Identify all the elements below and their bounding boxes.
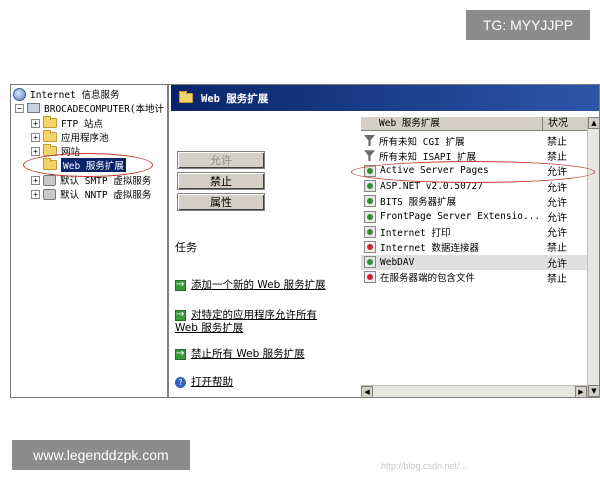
iis-manager-window: Internet 信息服务 − BROCADECOMPUTER(本地计 + FT… [10, 84, 600, 471]
extension-forbidden-icon [364, 271, 376, 284]
forbid-button[interactable]: 禁止 [177, 172, 265, 190]
row-status: 禁止 [547, 137, 567, 148]
row-name: FrontPage Server Extensio... [380, 211, 541, 222]
computer-icon [27, 103, 40, 113]
properties-button[interactable]: 属性 [177, 193, 265, 211]
vertical-scrollbar[interactable]: ▲ ▼ [587, 117, 600, 397]
list-row[interactable]: BITS 服务器扩展 允许 [361, 194, 587, 209]
list-header: Web 服务扩展 状况 [361, 117, 587, 131]
task-link-continued[interactable]: Web 服务扩展 [175, 322, 243, 335]
extension-allowed-icon [364, 195, 376, 208]
list-row[interactable]: FrontPage Server Extensio... 允许 [361, 209, 587, 224]
faint-watermark: http://blog.csdn.net/... [381, 461, 468, 471]
row-status: 允许 [547, 213, 567, 224]
task-add-new-extension[interactable]: 添加一个新的 Web 服务扩展 [175, 278, 326, 292]
annotation-circle-tree [23, 153, 153, 177]
list-row[interactable]: 在服务器端的包含文件 禁止 [361, 270, 587, 285]
row-status: 允许 [547, 228, 567, 240]
list-row[interactable]: Internet 打印 允许 [361, 224, 587, 239]
allow-button[interactable]: 允许 [177, 151, 265, 169]
filter-icon [364, 150, 375, 162]
task-pane: 允许 禁止 属性 任务 添加一个新的 Web 服务扩展 对特定的应用程序允许所有… [171, 111, 353, 397]
scroll-right-icon[interactable]: ▶ [575, 386, 587, 398]
tree-root[interactable]: Internet 信息服务 [13, 87, 119, 101]
task-allow-all-for-app[interactable]: 对特定的应用程序允许所有 Web 服务扩展 [175, 308, 317, 335]
arrow-icon [175, 347, 186, 360]
mail-server-icon [43, 174, 56, 186]
row-status: 禁止 [547, 152, 567, 164]
scroll-down-icon[interactable]: ▼ [588, 385, 600, 397]
task-open-help[interactable]: ? 打开帮助 [175, 376, 233, 389]
tree-item-nntp[interactable]: + 默认 NNTP 虚拟服务 [31, 187, 151, 201]
tree-item-ftp[interactable]: + FTP 站点 [31, 116, 103, 130]
task-forbid-all[interactable]: 禁止所有 Web 服务扩展 [175, 347, 305, 361]
scroll-up-icon[interactable]: ▲ [588, 117, 600, 129]
tree-item-label: FTP 站点 [61, 119, 103, 130]
tree-item-label: 应用程序池 [61, 133, 109, 144]
task-link[interactable]: 打开帮助 [191, 376, 233, 389]
help-icon: ? [175, 377, 186, 388]
folder-icon [43, 130, 57, 142]
collapse-icon[interactable]: − [15, 103, 24, 113]
annotation-circle-list [351, 161, 595, 183]
tree-item-label: 默认 NNTP 虚拟服务 [60, 190, 152, 201]
tree-item-app-pools[interactable]: + 应用程序池 [31, 130, 109, 144]
row-name: Internet 数据连接器 [380, 242, 479, 254]
bottom-watermark: www.legenddzpk.com [12, 440, 190, 470]
column-header-name[interactable]: Web 服务扩展 [361, 117, 543, 131]
panel-header: Web 服务扩展 [171, 85, 599, 111]
column-header-status[interactable]: 状况 [545, 117, 587, 131]
arrow-icon [175, 308, 186, 321]
filter-icon [364, 135, 375, 146]
extension-allowed-icon [364, 225, 376, 238]
tree-panel: Internet 信息服务 − BROCADECOMPUTER(本地计 + FT… [11, 85, 169, 397]
extension-allowed-icon [364, 256, 376, 269]
task-link[interactable]: 禁止所有 Web 服务扩展 [191, 348, 305, 361]
row-name: Internet 打印 [380, 227, 451, 239]
list-row[interactable]: 所有未知 CGI 扩展 禁止 [361, 133, 587, 148]
expand-icon[interactable]: + [31, 189, 40, 199]
expand-icon[interactable]: + [31, 146, 40, 156]
folder-icon [179, 91, 193, 103]
row-name: WebDAV [380, 256, 415, 268]
list-row[interactable]: WebDAV 允许 [361, 254, 587, 270]
row-status: 允许 [547, 258, 567, 270]
horizontal-scrollbar[interactable]: ◀ ▶ [361, 385, 587, 398]
folder-icon [43, 116, 57, 128]
extension-forbidden-icon [364, 240, 376, 253]
expand-icon[interactable]: + [31, 175, 40, 185]
extension-allowed-icon [364, 210, 376, 223]
globe-icon [13, 87, 26, 101]
extension-allowed-icon [364, 180, 376, 193]
page-title: Web 服务扩展 [201, 92, 269, 105]
news-server-icon [43, 188, 56, 200]
task-link[interactable]: 对特定的应用程序允许所有 [191, 309, 317, 322]
tree-root-label: Internet 信息服务 [30, 90, 120, 101]
scroll-left-icon[interactable]: ◀ [361, 386, 373, 398]
row-status: 禁止 [547, 273, 567, 285]
tasks-heading: 任务 [175, 241, 197, 254]
row-status: 禁止 [547, 243, 567, 255]
tree-computer-label: BROCADECOMPUTER(本地计 [44, 104, 165, 115]
row-status: 允许 [547, 197, 567, 209]
expand-icon[interactable]: + [31, 118, 40, 128]
row-name: 所有未知 CGI 扩展 [379, 136, 465, 148]
row-status: 允许 [547, 182, 567, 194]
row-name: 在服务器端的包含文件 [380, 273, 476, 285]
tree-computer[interactable]: − BROCADECOMPUTER(本地计 [15, 101, 164, 115]
expand-icon[interactable]: + [31, 132, 40, 142]
list-row[interactable]: Internet 数据连接器 禁止 [361, 239, 587, 254]
top-watermark: TG: MYYJJPP [466, 10, 590, 40]
extensions-list: Web 服务扩展 状况 所有未知 CGI 扩展 禁止 所有未知 ISAPI 扩展 禁止… [361, 117, 587, 397]
arrow-icon [175, 278, 186, 291]
task-link[interactable]: 添加一个新的 Web 服务扩展 [191, 279, 326, 292]
row-name: BITS 服务器扩展 [380, 197, 457, 209]
